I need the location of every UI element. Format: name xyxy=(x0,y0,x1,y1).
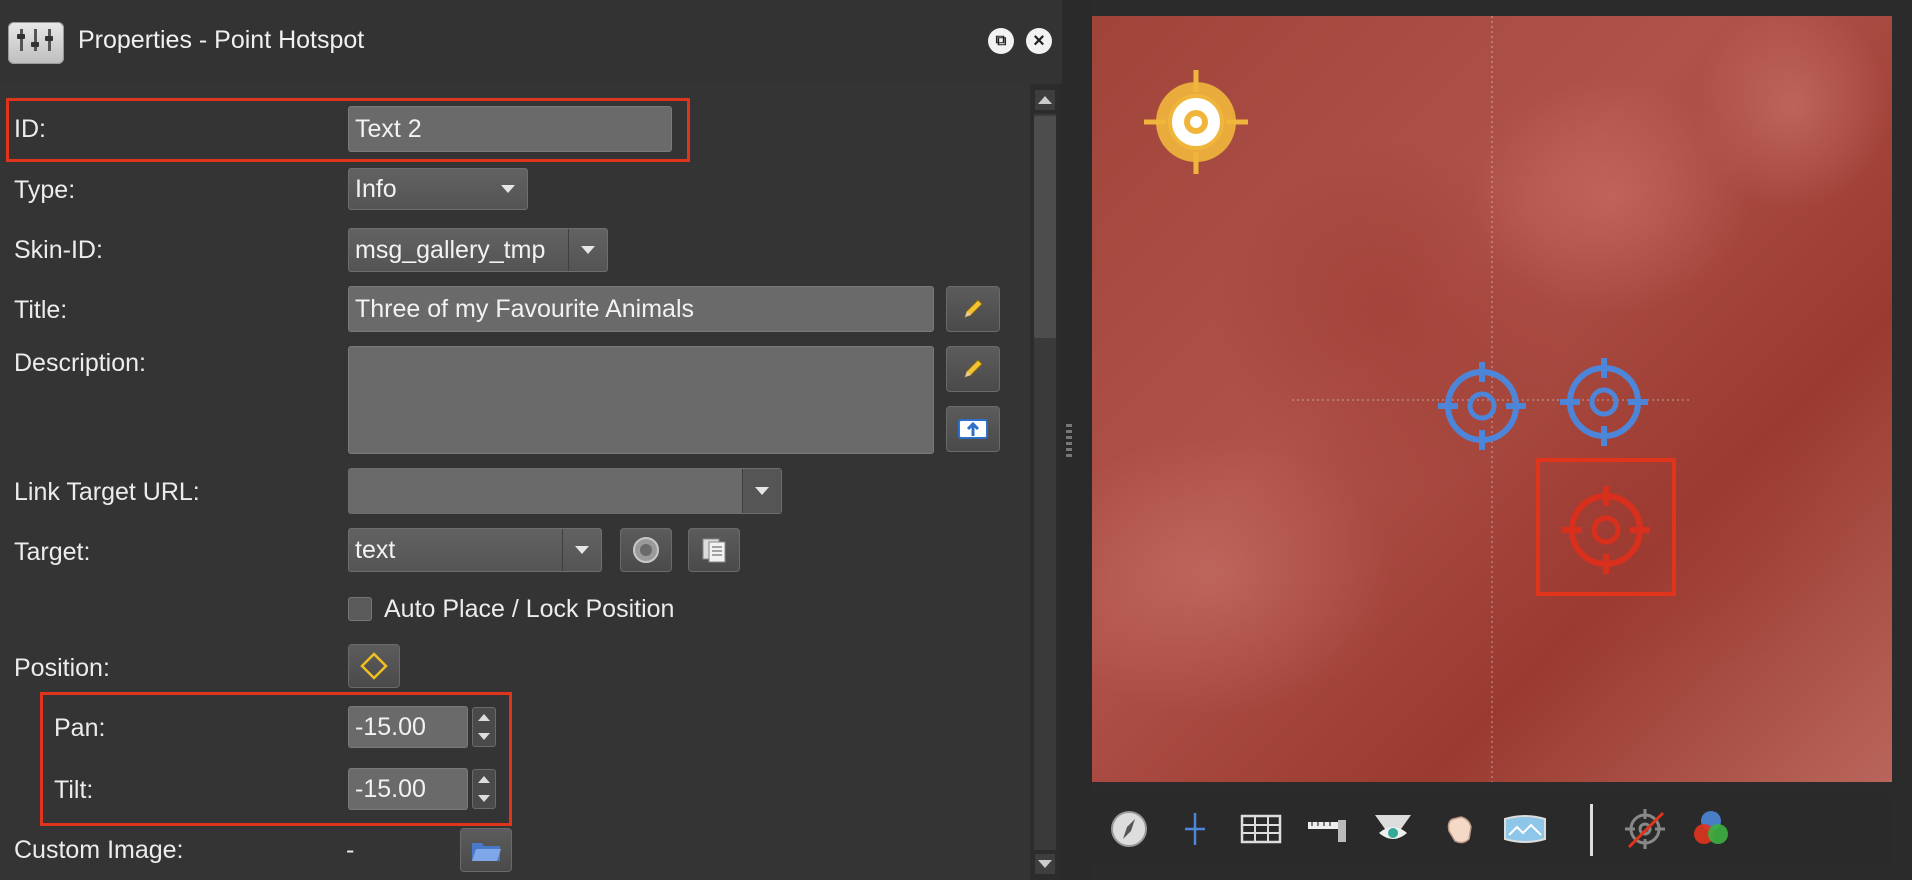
diamond-icon xyxy=(360,652,388,680)
document-list-icon xyxy=(702,538,726,563)
edit-title-button[interactable] xyxy=(946,286,1000,332)
link-target-label: Link Target URL: xyxy=(14,478,200,506)
hotspot-yellow-icon xyxy=(1144,70,1248,174)
skin-id-value: msg_gallery_tmp xyxy=(355,235,546,264)
auto-place-label: Auto Place / Lock Position xyxy=(384,595,675,623)
target-value: text xyxy=(355,535,396,564)
hotspot-blue-icon xyxy=(1438,362,1526,450)
scrollbar-thumb[interactable] xyxy=(1034,116,1056,338)
type-select-value: Info xyxy=(355,174,397,203)
detach-window-icon[interactable]: ⧉ xyxy=(988,28,1014,54)
pan-stepper[interactable] xyxy=(472,707,496,747)
viewer-overlay xyxy=(1144,16,1692,782)
upload-description-button[interactable] xyxy=(946,406,1000,452)
window-title: Properties - Point Hotspot xyxy=(78,26,365,54)
target-combo[interactable]: text xyxy=(348,528,602,572)
target-circle-icon xyxy=(633,537,659,563)
panorama-viewer[interactable] xyxy=(1092,16,1892,782)
position-keyframe-button[interactable] xyxy=(348,644,400,688)
form-scrollbar[interactable] xyxy=(1030,84,1060,880)
id-highlight-box xyxy=(6,98,690,162)
position-label: Position: xyxy=(14,654,110,682)
edit-description-button[interactable] xyxy=(946,346,1000,392)
title-input[interactable]: Three of my Favourite Animals xyxy=(348,286,934,332)
chevron-down-icon[interactable] xyxy=(562,529,601,571)
folder-icon xyxy=(472,843,501,861)
chevron-down-icon[interactable] xyxy=(568,229,607,271)
hotspot-blue-icon xyxy=(1560,358,1648,446)
hand-icon[interactable] xyxy=(1436,806,1482,852)
pencil-icon xyxy=(964,299,983,318)
target-list-button[interactable] xyxy=(688,528,740,572)
eye-icon[interactable] xyxy=(1370,806,1416,852)
scroll-down-arrow-icon[interactable] xyxy=(1035,854,1055,874)
properties-sliders-icon xyxy=(8,22,64,64)
custom-image-value: - xyxy=(346,836,355,864)
target-label: Target: xyxy=(14,538,91,566)
auto-place-checkbox[interactable] xyxy=(348,597,372,621)
color-circles-icon[interactable] xyxy=(1688,806,1734,852)
pan-input[interactable]: -15.00 xyxy=(348,706,468,748)
type-label: Type: xyxy=(14,176,76,204)
properties-form: ID: Text 2 Type: Info Skin-ID: msg_galle… xyxy=(0,84,1030,880)
splitter-grip[interactable] xyxy=(1066,424,1072,460)
hotspot-red-icon xyxy=(1562,486,1650,574)
custom-image-browse-button[interactable] xyxy=(460,828,512,872)
pencil-icon xyxy=(964,359,983,378)
toolbar-separator xyxy=(1590,804,1593,856)
hotspot-hide-icon[interactable] xyxy=(1622,806,1668,852)
pan-label: Pan: xyxy=(54,714,106,742)
custom-image-label: Custom Image: xyxy=(14,836,184,864)
link-target-combo[interactable] xyxy=(348,468,782,514)
compass-icon[interactable] xyxy=(1106,806,1152,852)
tilt-label: Tilt: xyxy=(54,776,94,804)
tilt-stepper[interactable] xyxy=(472,769,496,809)
description-label: Description: xyxy=(14,349,146,377)
panorama-icon[interactable] xyxy=(1502,806,1548,852)
chevron-down-icon xyxy=(489,169,527,209)
upload-icon xyxy=(958,419,988,439)
grid-icon[interactable] xyxy=(1238,806,1284,852)
title-bar: Properties - Point Hotspot ⧉ × xyxy=(0,0,1062,85)
title-label: Title: xyxy=(14,296,68,324)
crosshair-line-icon[interactable] xyxy=(1172,806,1218,852)
chevron-down-icon[interactable] xyxy=(742,469,781,513)
target-pick-button[interactable] xyxy=(620,528,672,572)
skin-id-combo[interactable]: msg_gallery_tmp xyxy=(348,228,608,272)
ruler-icon[interactable] xyxy=(1304,806,1350,852)
viewer-toolbar xyxy=(1092,794,1892,864)
scroll-up-arrow-icon[interactable] xyxy=(1035,90,1055,110)
skin-id-label: Skin-ID: xyxy=(14,236,103,264)
description-textarea[interactable] xyxy=(348,346,934,454)
type-select[interactable]: Info xyxy=(348,168,528,210)
tilt-input[interactable]: -15.00 xyxy=(348,768,468,810)
close-icon[interactable]: × xyxy=(1026,28,1052,54)
